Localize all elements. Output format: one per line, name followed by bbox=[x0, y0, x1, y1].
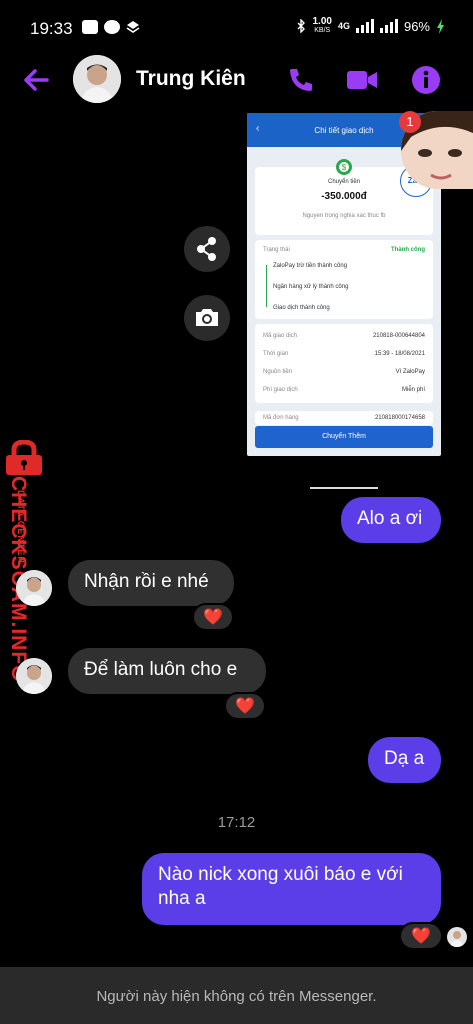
step-3: Giao dịch thành công bbox=[273, 305, 330, 311]
status-value: Thành công bbox=[391, 247, 425, 253]
detail-label: Phí giao dịch bbox=[263, 387, 298, 393]
order-card: Mã đơn hàng 210818000174658 bbox=[255, 411, 433, 425]
status-label: Trạng thái bbox=[263, 247, 290, 253]
heart-reaction[interactable]: ❤️ bbox=[192, 603, 234, 631]
order-label: Mã đơn hàng bbox=[263, 415, 299, 421]
message-bubble-outgoing[interactable]: Nào nick xong xuôi báo e với nha a bbox=[142, 853, 441, 925]
unread-badge: 1 bbox=[399, 111, 421, 133]
status-time: 19:33 bbox=[30, 19, 73, 38]
detail-label: Nguồn tiền bbox=[263, 369, 293, 375]
info-button[interactable] bbox=[408, 62, 444, 98]
step-1: ZaloPay trừ tiền thành công bbox=[273, 263, 348, 269]
detail-value: Ví ZaloPay bbox=[395, 369, 425, 375]
share-icon bbox=[197, 237, 216, 261]
contact-name[interactable]: Trung Kiên bbox=[136, 67, 246, 91]
charging-icon bbox=[437, 18, 444, 34]
status-indicators: 1.00 KB/S 4G 96% bbox=[296, 17, 445, 35]
battery-level: 96% bbox=[403, 18, 430, 34]
video-camera-icon bbox=[347, 71, 377, 89]
read-receipt-avatar bbox=[447, 927, 467, 947]
layers-icon bbox=[126, 21, 140, 33]
media-divider bbox=[310, 487, 378, 489]
info-icon bbox=[412, 66, 440, 94]
messenger-icon bbox=[104, 20, 120, 34]
youtube-icon bbox=[82, 20, 98, 34]
signal-bars-icon bbox=[355, 19, 374, 33]
heart-reaction[interactable]: ❤️ bbox=[224, 692, 266, 720]
message-timestamp: 17:12 bbox=[217, 814, 256, 831]
back-arrow-icon bbox=[24, 69, 49, 91]
heart-reaction[interactable]: ❤️ bbox=[399, 922, 443, 950]
unavailable-notice: Người này hiện không có trên Messenger. bbox=[96, 988, 377, 1005]
message-bubble-outgoing[interactable]: Alo a ơi bbox=[341, 497, 441, 543]
voice-call-button[interactable] bbox=[283, 62, 319, 98]
notification-icons bbox=[82, 20, 140, 34]
detail-value: Miễn phí bbox=[401, 387, 425, 393]
signal-bars-2-icon bbox=[379, 19, 398, 33]
detail-label: Mã giao dịch bbox=[263, 333, 298, 339]
step-2: Ngân hàng xử lý thành công bbox=[273, 284, 349, 290]
share-button[interactable] bbox=[184, 226, 230, 272]
network-type: 4G bbox=[337, 21, 350, 31]
phone-icon bbox=[290, 69, 312, 91]
transfer-note: Nguyen trong nghia xac thuc fb bbox=[302, 213, 386, 219]
detail-value: 15:39 - 18/08/2021 bbox=[374, 351, 425, 357]
network-speed: 1.00 KB/S bbox=[312, 16, 332, 35]
order-value: 210818000174658 bbox=[374, 415, 425, 421]
watermark: CHECKSCAM.INFO DATA CENTER bbox=[2, 439, 50, 683]
status-card: Trạng thái Thành công ZaloPay trừ tiền t… bbox=[255, 240, 433, 319]
transfer-more-button: Chuyển Thêm bbox=[255, 426, 433, 448]
money-icon: $ bbox=[336, 159, 352, 175]
svg-text:$: $ bbox=[342, 163, 347, 172]
detail-label: Thời gian bbox=[263, 351, 289, 357]
camera-icon bbox=[196, 309, 218, 326]
message-bubble-incoming[interactable]: Nhận rồi e nhé bbox=[68, 560, 234, 606]
bluetooth-icon bbox=[297, 19, 306, 33]
contact-avatar-small[interactable] bbox=[16, 658, 52, 694]
video-call-button[interactable] bbox=[344, 62, 380, 98]
detail-value: 210818-000644804 bbox=[372, 333, 425, 339]
back-button[interactable] bbox=[18, 62, 54, 98]
details-card: Mã giao dịch 210818-000644804 Thời gian … bbox=[255, 324, 433, 403]
message-bubble-outgoing[interactable]: Dạ a bbox=[368, 737, 441, 783]
save-photo-button[interactable] bbox=[184, 295, 230, 341]
contact-avatar-small[interactable] bbox=[16, 570, 52, 606]
unavailable-notice-bar: Người này hiện không có trên Messenger. bbox=[0, 967, 473, 1024]
contact-avatar[interactable] bbox=[73, 55, 121, 103]
message-bubble-incoming[interactable]: Để làm luôn cho e bbox=[68, 648, 266, 694]
